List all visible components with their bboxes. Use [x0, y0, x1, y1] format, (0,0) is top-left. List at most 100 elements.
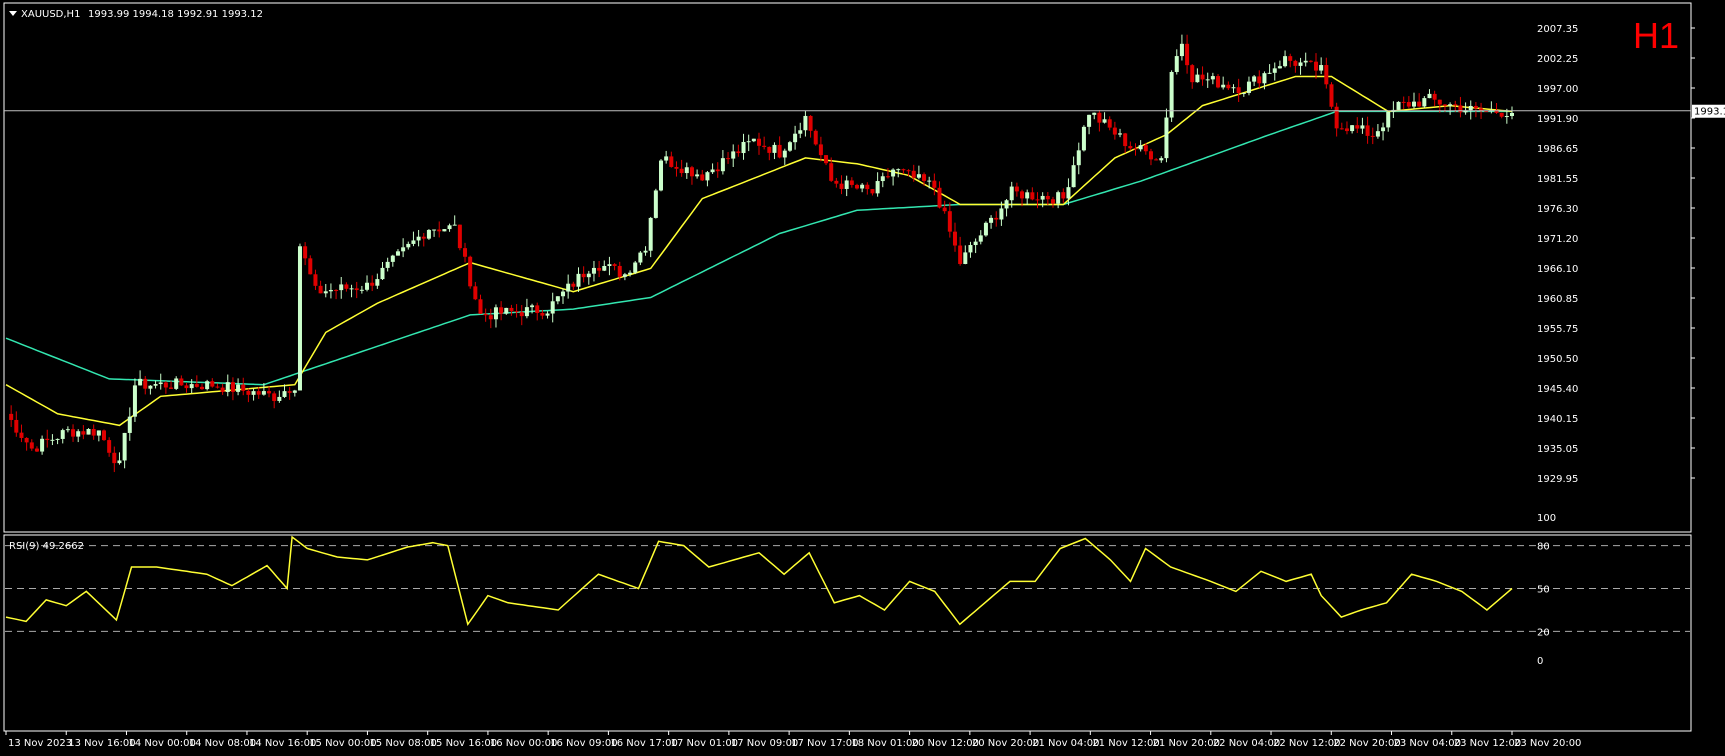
- candle-body: [499, 307, 504, 314]
- candle-body: [1386, 111, 1391, 128]
- time-tick-label: 20 Nov 20:00: [972, 738, 1039, 749]
- candle-body: [1272, 68, 1277, 73]
- candle-body: [1045, 195, 1050, 200]
- candle-body: [1458, 105, 1463, 113]
- candle-body: [1035, 199, 1040, 201]
- candle-body: [9, 413, 14, 420]
- candle-body: [493, 307, 498, 320]
- candle-body: [71, 429, 76, 437]
- candle-body: [1448, 104, 1453, 106]
- candle-body: [731, 151, 736, 159]
- candle-body: [55, 438, 60, 440]
- price-tick-label: 1971.20: [1537, 234, 1578, 245]
- candle-body: [34, 448, 39, 452]
- candle-body: [622, 274, 627, 277]
- candle-body: [488, 315, 493, 320]
- candle-body: [576, 273, 581, 287]
- candle-body: [1107, 119, 1112, 128]
- candle-body: [772, 144, 777, 153]
- candle-body: [1350, 125, 1355, 132]
- candle-body: [1442, 104, 1447, 106]
- candle-body: [720, 158, 725, 172]
- candle-body: [1210, 76, 1215, 80]
- candle-body: [1050, 199, 1055, 204]
- candle-body: [994, 217, 999, 220]
- candle-body: [1396, 101, 1401, 110]
- price-tick-label: 1991.90: [1537, 114, 1578, 125]
- candle-body: [870, 189, 875, 194]
- candle-body: [1303, 60, 1308, 63]
- candle-body: [225, 382, 230, 393]
- candle-body: [1417, 101, 1422, 107]
- time-tick-label: 15 Nov 00:00: [309, 738, 376, 749]
- candle-body: [122, 432, 127, 461]
- candle-body: [1056, 192, 1061, 204]
- candle-body: [432, 229, 437, 231]
- candle-body: [1071, 165, 1076, 188]
- candle-body: [411, 240, 416, 244]
- candle-body: [1061, 192, 1066, 199]
- candle-body: [199, 386, 204, 390]
- candle-body: [638, 252, 643, 263]
- candle-body: [803, 115, 808, 131]
- candle-body: [1246, 81, 1251, 93]
- candle-body: [1118, 133, 1123, 135]
- candle-body: [380, 267, 385, 280]
- candle-body: [1473, 105, 1478, 109]
- candle-body: [148, 385, 153, 389]
- candle-body: [1422, 98, 1427, 107]
- price-tick-label: 1929.95: [1537, 474, 1578, 485]
- candle-body: [1143, 145, 1148, 152]
- rsi-tick-label: 0: [1537, 656, 1543, 667]
- candle-body: [1329, 84, 1334, 107]
- candle-body: [1504, 116, 1509, 118]
- symbol-label: XAUUSD,H1: [21, 9, 80, 20]
- candle-body: [189, 384, 194, 389]
- candle-body: [308, 258, 313, 275]
- candle-body: [767, 146, 772, 153]
- candle-body: [1185, 43, 1190, 66]
- candle-body: [390, 255, 395, 262]
- candle-body: [86, 428, 91, 435]
- candle-body: [365, 282, 370, 290]
- candle-body: [1112, 127, 1117, 135]
- candle-body: [1370, 135, 1375, 137]
- candle-body: [65, 429, 70, 431]
- candle-body: [1123, 133, 1128, 147]
- candle-body: [1468, 105, 1473, 111]
- candle-body: [1128, 146, 1133, 149]
- candle-body: [1283, 56, 1288, 67]
- candle-body: [174, 378, 179, 389]
- candle-body: [1293, 60, 1298, 66]
- candle-body: [689, 167, 694, 177]
- candle-body: [14, 419, 19, 433]
- price-tick-label: 2002.25: [1537, 54, 1578, 65]
- candle-body: [550, 301, 555, 314]
- candle-body: [715, 169, 720, 172]
- rsi-tick-label: 20: [1537, 627, 1550, 638]
- candle-body: [50, 439, 55, 441]
- candle-body: [256, 391, 261, 395]
- price-tick-label: 1960.85: [1537, 294, 1578, 305]
- time-tick-label: 16 Nov 17:00: [610, 738, 677, 749]
- candle-body: [591, 267, 596, 274]
- time-tick-label: 22 Nov 20:00: [1333, 738, 1400, 749]
- price-tick-label: 2007.35: [1537, 24, 1578, 35]
- trading-chart[interactable]: 2007.35 2002.25 1997.00 1991.90 1986.65 1981.…: [0, 0, 1725, 756]
- candle-body: [349, 288, 354, 290]
- candle-body: [354, 288, 359, 291]
- candle-body: [813, 130, 818, 145]
- time-tick-label: 16 Nov 09:00: [550, 738, 617, 749]
- candle-body: [1066, 187, 1071, 199]
- candle-body: [818, 144, 823, 156]
- candle-body: [617, 265, 622, 277]
- candle-body: [1231, 87, 1236, 89]
- candle-body: [844, 180, 849, 189]
- time-tick-label: 21 Nov 20:00: [1153, 738, 1220, 749]
- price-tick-label: 1981.55: [1537, 174, 1578, 185]
- candle-body: [401, 247, 406, 252]
- candle-body: [1355, 125, 1360, 129]
- candle-body: [359, 289, 364, 291]
- candle-body: [947, 211, 952, 232]
- candle-body: [1205, 79, 1210, 81]
